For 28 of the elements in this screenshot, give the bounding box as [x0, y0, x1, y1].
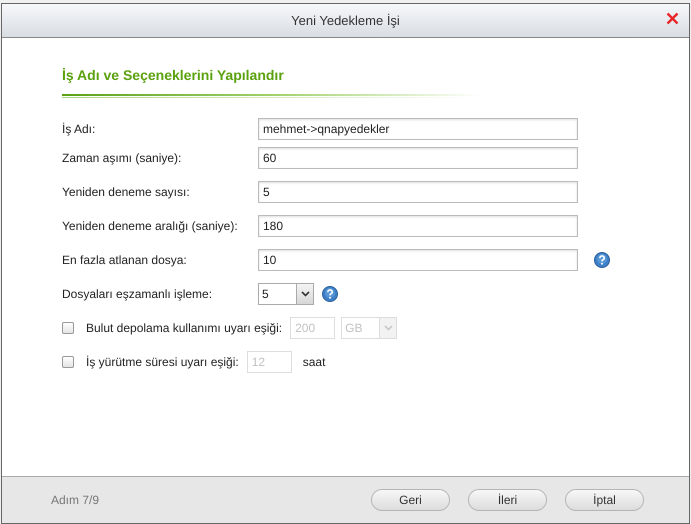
caret-icon	[300, 291, 310, 297]
step-indicator: Adım 7/9	[51, 492, 100, 509]
input-field[interactable]: 5	[258, 181, 578, 203]
input-field[interactable]: 180	[258, 215, 578, 237]
input-field[interactable]: 60	[258, 147, 578, 169]
input-field[interactable]: 10	[258, 249, 578, 271]
help-icon[interactable]	[594, 252, 610, 268]
close-icon[interactable]	[666, 12, 679, 25]
field-label: Zaman aşımı (saniye):	[62, 150, 182, 167]
footer-button[interactable]: İleri	[468, 489, 547, 511]
caret-icon	[384, 325, 393, 331]
select-field[interactable]: 5	[258, 283, 314, 305]
field-label: İş Adı:	[62, 121, 96, 138]
footer-button[interactable]: Geri	[371, 489, 450, 511]
checkbox-label: İş yürütme süresi uyarı eşiği:	[86, 354, 239, 371]
checkbox-label: Bulut depolama kullanımı uyarı eşiği:	[86, 320, 282, 337]
footer-button[interactable]: İptal	[565, 489, 644, 511]
field-label: Yeniden deneme aralığı (saniye):	[62, 218, 239, 235]
unit-label: saat	[302, 354, 326, 371]
field-label: En fazla atlanan dosya:	[62, 252, 188, 269]
field-label: Dosyaları eşzamanlı işleme:	[62, 286, 214, 303]
input-field[interactable]: mehmet->qnapyedekler	[258, 118, 578, 140]
section-heading: İş Adı ve Seçeneklerini Yapılandır	[62, 66, 285, 85]
window-title: Yeni Yedekleme İşi	[291, 12, 400, 30]
help-icon[interactable]	[322, 286, 338, 302]
checkbox[interactable]	[62, 356, 74, 368]
checkbox[interactable]	[62, 322, 74, 334]
field-label: Yeniden deneme sayısı:	[62, 184, 191, 201]
